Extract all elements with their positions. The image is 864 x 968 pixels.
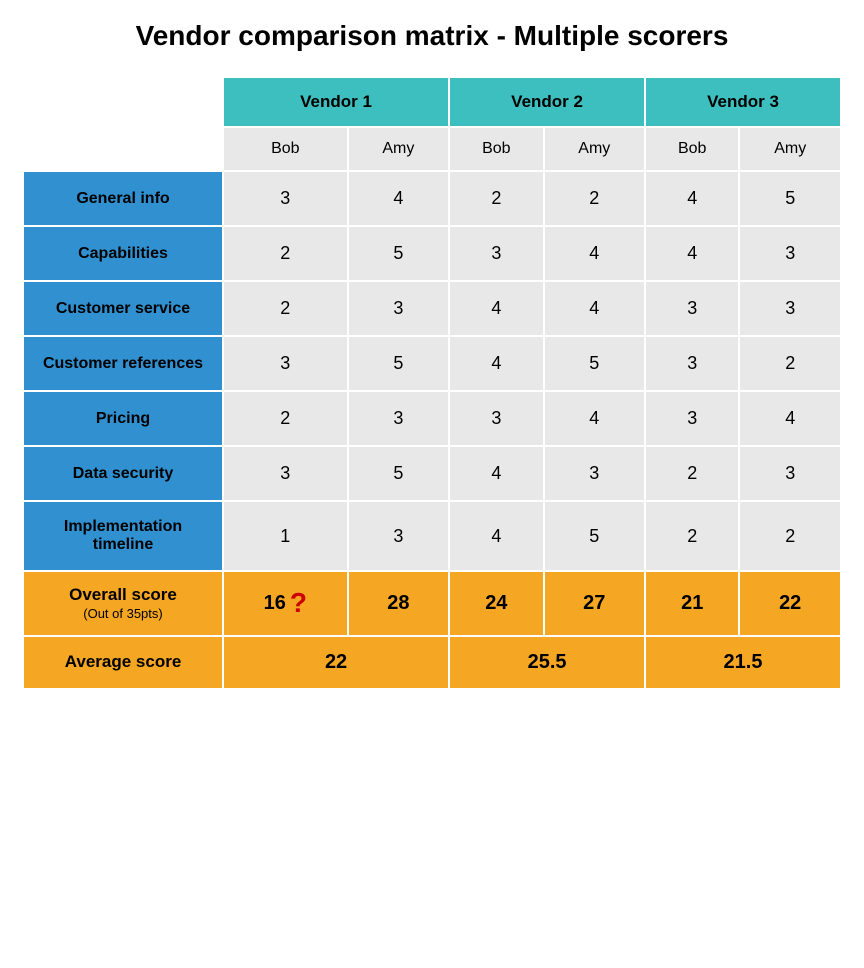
cell-cat5-v0-s0: 3 xyxy=(223,446,348,501)
category-row-4: Pricing233434 xyxy=(23,391,841,446)
cell-cat5-v2-s0: 2 xyxy=(645,446,739,501)
scorer-header-row: Bob Amy Bob Amy Bob Amy xyxy=(23,127,841,171)
cell-cat0-v0-s0: 3 xyxy=(223,171,348,226)
vendor1-header: Vendor 1 xyxy=(223,77,449,127)
vendor2-header: Vendor 2 xyxy=(449,77,645,127)
v2-amy-scorer: Amy xyxy=(544,127,646,171)
cell-cat1-v1-s1: 4 xyxy=(544,226,646,281)
overall-sub-label: (Out of 35pts) xyxy=(32,606,214,623)
page-title: Vendor comparison matrix - Multiple scor… xyxy=(22,20,842,52)
cell-cat2-v0-s0: 2 xyxy=(223,281,348,336)
overall-v1-bob: 16 ? xyxy=(223,571,348,636)
overall-v2-amy: 27 xyxy=(544,571,646,636)
overall-v1-amy: 28 xyxy=(348,571,450,636)
category-row-3: Customer references354532 xyxy=(23,336,841,391)
v1-amy-scorer: Amy xyxy=(348,127,450,171)
cell-cat3-v0-s1: 5 xyxy=(348,336,450,391)
cell-cat5-v0-s1: 5 xyxy=(348,446,450,501)
cell-cat1-v0-s0: 2 xyxy=(223,226,348,281)
comparison-table: Vendor 1 Vendor 2 Vendor 3 Bob Amy Bob A… xyxy=(22,76,842,690)
table-footer: Overall score (Out of 35pts) 16 ? 28 24 … xyxy=(23,571,841,689)
header-empty-cell xyxy=(23,77,223,127)
cell-cat4-v2-s0: 3 xyxy=(645,391,739,446)
category-label-1: Capabilities xyxy=(23,226,223,281)
category-body: General info342245Capabilities253443Cust… xyxy=(23,171,841,571)
cell-cat4-v2-s1: 4 xyxy=(739,391,841,446)
cell-cat3-v0-s0: 3 xyxy=(223,336,348,391)
cell-cat6-v0-s0: 1 xyxy=(223,501,348,571)
cell-cat6-v0-s1: 3 xyxy=(348,501,450,571)
average-row: Average score 22 25.5 21.5 xyxy=(23,636,841,689)
category-label-0: General info xyxy=(23,171,223,226)
cell-cat2-v2-s1: 3 xyxy=(739,281,841,336)
v3-amy-scorer: Amy xyxy=(739,127,841,171)
cell-cat2-v0-s1: 3 xyxy=(348,281,450,336)
cell-cat6-v2-s1: 2 xyxy=(739,501,841,571)
cell-cat2-v2-s0: 3 xyxy=(645,281,739,336)
cell-cat5-v1-s0: 4 xyxy=(449,446,543,501)
cell-cat4-v0-s1: 3 xyxy=(348,391,450,446)
category-label-2: Customer service xyxy=(23,281,223,336)
cell-cat0-v1-s0: 2 xyxy=(449,171,543,226)
cell-cat2-v1-s0: 4 xyxy=(449,281,543,336)
category-row-1: Capabilities253443 xyxy=(23,226,841,281)
overall-label-cell: Overall score (Out of 35pts) xyxy=(23,571,223,636)
cell-cat1-v2-s0: 4 xyxy=(645,226,739,281)
category-label-6: Implementation timeline xyxy=(23,501,223,571)
cell-cat5-v2-s1: 3 xyxy=(739,446,841,501)
v1-bob-scorer: Bob xyxy=(223,127,348,171)
v2-bob-scorer: Bob xyxy=(449,127,543,171)
cell-cat3-v1-s0: 4 xyxy=(449,336,543,391)
cell-cat1-v1-s0: 3 xyxy=(449,226,543,281)
category-row-0: General info342245 xyxy=(23,171,841,226)
overall-label: Overall score xyxy=(32,584,214,606)
cell-cat2-v1-s1: 4 xyxy=(544,281,646,336)
category-row-6: Implementation timeline134522 xyxy=(23,501,841,571)
category-label-4: Pricing xyxy=(23,391,223,446)
cell-cat4-v1-s1: 4 xyxy=(544,391,646,446)
cell-cat3-v1-s1: 5 xyxy=(544,336,646,391)
cell-cat0-v2-s1: 5 xyxy=(739,171,841,226)
cell-cat0-v0-s1: 4 xyxy=(348,171,450,226)
cell-cat3-v2-s1: 2 xyxy=(739,336,841,391)
cell-cat0-v2-s0: 4 xyxy=(645,171,739,226)
vendor-header-row: Vendor 1 Vendor 2 Vendor 3 xyxy=(23,77,841,127)
cell-cat1-v2-s1: 3 xyxy=(739,226,841,281)
cell-cat6-v2-s0: 2 xyxy=(645,501,739,571)
category-label-5: Data security xyxy=(23,446,223,501)
cell-cat1-v0-s1: 5 xyxy=(348,226,450,281)
average-v3: 21.5 xyxy=(645,636,841,689)
overall-v3-amy: 22 xyxy=(739,571,841,636)
overall-row: Overall score (Out of 35pts) 16 ? 28 24 … xyxy=(23,571,841,636)
category-row-5: Data security354323 xyxy=(23,446,841,501)
cell-cat4-v0-s0: 2 xyxy=(223,391,348,446)
cell-cat4-v1-s0: 3 xyxy=(449,391,543,446)
category-row-2: Customer service234433 xyxy=(23,281,841,336)
cell-cat6-v1-s1: 5 xyxy=(544,501,646,571)
v3-bob-scorer: Bob xyxy=(645,127,739,171)
overall-v3-bob: 21 xyxy=(645,571,739,636)
average-label: Average score xyxy=(23,636,223,689)
vendor3-header: Vendor 3 xyxy=(645,77,841,127)
cell-cat6-v1-s0: 4 xyxy=(449,501,543,571)
scorer-empty-cell xyxy=(23,127,223,171)
question-mark-icon: ? xyxy=(290,587,307,619)
overall-v2-bob: 24 xyxy=(449,571,543,636)
cell-cat0-v1-s1: 2 xyxy=(544,171,646,226)
category-label-3: Customer references xyxy=(23,336,223,391)
main-container: Vendor comparison matrix - Multiple scor… xyxy=(22,20,842,690)
cell-cat5-v1-s1: 3 xyxy=(544,446,646,501)
average-v2: 25.5 xyxy=(449,636,645,689)
cell-cat3-v2-s0: 3 xyxy=(645,336,739,391)
average-v1: 22 xyxy=(223,636,449,689)
